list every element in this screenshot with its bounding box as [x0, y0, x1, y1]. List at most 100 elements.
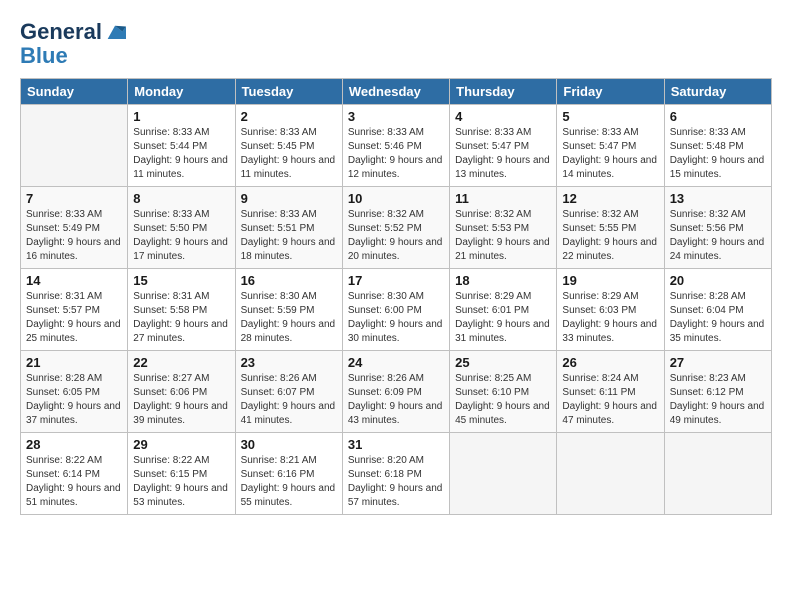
day-info: Sunrise: 8:33 AMSunset: 5:49 PMDaylight:… [26, 208, 122, 264]
day-info: Sunrise: 8:33 AMSunset: 5:50 PMDaylight:… [133, 208, 229, 264]
day-number: 11 [455, 191, 551, 206]
day-cell: 16 Sunrise: 8:30 AMSunset: 5:59 PMDayligh… [235, 269, 342, 351]
day-number: 2 [241, 109, 337, 124]
day-number: 8 [133, 191, 229, 206]
day-cell: 4 Sunrise: 8:33 AMSunset: 5:47 PMDaylight… [450, 105, 557, 187]
day-info: Sunrise: 8:29 AMSunset: 6:01 PMDaylight:… [455, 290, 551, 346]
day-info: Sunrise: 8:22 AMSunset: 6:15 PMDaylight:… [133, 454, 229, 510]
weekday-header-friday: Friday [557, 79, 664, 105]
logo-blue: Blue [20, 44, 126, 68]
day-cell: 18 Sunrise: 8:29 AMSunset: 6:01 PMDayligh… [450, 269, 557, 351]
day-number: 16 [241, 273, 337, 288]
day-number: 17 [348, 273, 444, 288]
weekday-header-saturday: Saturday [664, 79, 771, 105]
day-cell: 6 Sunrise: 8:33 AMSunset: 5:48 PMDaylight… [664, 105, 771, 187]
logo-text: General [20, 20, 102, 44]
day-info: Sunrise: 8:32 AMSunset: 5:52 PMDaylight:… [348, 208, 444, 264]
week-row-2: 7Sunrise: 8:33 AMSunset: 5:49 PMDaylight… [21, 187, 772, 269]
day-number: 28 [26, 437, 122, 452]
day-info: Sunrise: 8:30 AMSunset: 5:59 PMDaylight:… [241, 290, 337, 346]
day-cell: 13 Sunrise: 8:32 AMSunset: 5:56 PMDayligh… [664, 187, 771, 269]
day-number: 18 [455, 273, 551, 288]
day-number: 22 [133, 355, 229, 370]
weekday-header-sunday: Sunday [21, 79, 128, 105]
day-number: 19 [562, 273, 658, 288]
day-number: 27 [670, 355, 766, 370]
day-info: Sunrise: 8:31 AMSunset: 5:57 PMDaylight:… [26, 290, 122, 346]
day-info: Sunrise: 8:23 AMSunset: 6:12 PMDaylight:… [670, 372, 766, 428]
logo: General Blue [20, 20, 126, 68]
day-info: Sunrise: 8:32 AMSunset: 5:56 PMDaylight:… [670, 208, 766, 264]
day-number: 6 [670, 109, 766, 124]
calendar-table: SundayMondayTuesdayWednesdayThursdayFrid… [20, 78, 772, 515]
day-cell [557, 433, 664, 515]
day-info: Sunrise: 8:25 AMSunset: 6:10 PMDaylight:… [455, 372, 551, 428]
day-cell [664, 433, 771, 515]
weekday-header-wednesday: Wednesday [342, 79, 449, 105]
day-info: Sunrise: 8:33 AMSunset: 5:44 PMDaylight:… [133, 126, 229, 182]
day-number: 10 [348, 191, 444, 206]
day-info: Sunrise: 8:33 AMSunset: 5:45 PMDaylight:… [241, 126, 337, 182]
day-number: 30 [241, 437, 337, 452]
weekday-header-monday: Monday [128, 79, 235, 105]
day-info: Sunrise: 8:33 AMSunset: 5:47 PMDaylight:… [455, 126, 551, 182]
day-cell: 30 Sunrise: 8:21 AMSunset: 6:16 PMDayligh… [235, 433, 342, 515]
page-container: General Blue SundayMondayTuesdayWednesda… [0, 0, 792, 525]
day-cell: 25 Sunrise: 8:25 AMSunset: 6:10 PMDayligh… [450, 351, 557, 433]
day-cell: 31Sunrise: 8:20 AMSunset: 6:18 PMDayligh… [342, 433, 449, 515]
day-cell: 2 Sunrise: 8:33 AMSunset: 5:45 PMDaylight… [235, 105, 342, 187]
day-number: 9 [241, 191, 337, 206]
day-info: Sunrise: 8:21 AMSunset: 6:16 PMDaylight:… [241, 454, 337, 510]
day-cell: 29 Sunrise: 8:22 AMSunset: 6:15 PMDayligh… [128, 433, 235, 515]
day-cell: 12 Sunrise: 8:32 AMSunset: 5:55 PMDayligh… [557, 187, 664, 269]
day-number: 21 [26, 355, 122, 370]
day-cell: 3 Sunrise: 8:33 AMSunset: 5:46 PMDaylight… [342, 105, 449, 187]
day-number: 14 [26, 273, 122, 288]
day-number: 1 [133, 109, 229, 124]
week-row-3: 14 Sunrise: 8:31 AMSunset: 5:57 PMDayligh… [21, 269, 772, 351]
day-cell: 20Sunrise: 8:28 AMSunset: 6:04 PMDayligh… [664, 269, 771, 351]
day-cell: 1 Sunrise: 8:33 AMSunset: 5:44 PMDaylight… [128, 105, 235, 187]
day-cell: 22 Sunrise: 8:27 AMSunset: 6:06 PMDayligh… [128, 351, 235, 433]
day-cell: 8 Sunrise: 8:33 AMSunset: 5:50 PMDaylight… [128, 187, 235, 269]
week-row-5: 28 Sunrise: 8:22 AMSunset: 6:14 PMDayligh… [21, 433, 772, 515]
day-cell: 23 Sunrise: 8:26 AMSunset: 6:07 PMDayligh… [235, 351, 342, 433]
day-info: Sunrise: 8:33 AMSunset: 5:46 PMDaylight:… [348, 126, 444, 182]
day-number: 13 [670, 191, 766, 206]
day-cell: 7Sunrise: 8:33 AMSunset: 5:49 PMDaylight… [21, 187, 128, 269]
day-cell: 17Sunrise: 8:30 AMSunset: 6:00 PMDayligh… [342, 269, 449, 351]
weekday-header-tuesday: Tuesday [235, 79, 342, 105]
day-number: 29 [133, 437, 229, 452]
day-info: Sunrise: 8:26 AMSunset: 6:09 PMDaylight:… [348, 372, 444, 428]
day-info: Sunrise: 8:24 AMSunset: 6:11 PMDaylight:… [562, 372, 658, 428]
day-number: 20 [670, 273, 766, 288]
weekday-header-thursday: Thursday [450, 79, 557, 105]
day-cell: 24 Sunrise: 8:26 AMSunset: 6:09 PMDayligh… [342, 351, 449, 433]
day-number: 3 [348, 109, 444, 124]
day-info: Sunrise: 8:27 AMSunset: 6:06 PMDaylight:… [133, 372, 229, 428]
logo-icon [104, 21, 126, 43]
week-row-1: 1 Sunrise: 8:33 AMSunset: 5:44 PMDaylight… [21, 105, 772, 187]
day-cell: 10 Sunrise: 8:32 AMSunset: 5:52 PMDayligh… [342, 187, 449, 269]
day-info: Sunrise: 8:22 AMSunset: 6:14 PMDaylight:… [26, 454, 122, 510]
week-row-4: 21 Sunrise: 8:28 AMSunset: 6:05 PMDayligh… [21, 351, 772, 433]
day-cell: 14 Sunrise: 8:31 AMSunset: 5:57 PMDayligh… [21, 269, 128, 351]
day-number: 25 [455, 355, 551, 370]
day-cell: 26Sunrise: 8:24 AMSunset: 6:11 PMDayligh… [557, 351, 664, 433]
day-cell: 21 Sunrise: 8:28 AMSunset: 6:05 PMDayligh… [21, 351, 128, 433]
day-info: Sunrise: 8:32 AMSunset: 5:55 PMDaylight:… [562, 208, 658, 264]
day-number: 23 [241, 355, 337, 370]
day-cell: 9Sunrise: 8:33 AMSunset: 5:51 PMDaylight… [235, 187, 342, 269]
day-number: 5 [562, 109, 658, 124]
day-info: Sunrise: 8:32 AMSunset: 5:53 PMDaylight:… [455, 208, 551, 264]
day-number: 31 [348, 437, 444, 452]
day-info: Sunrise: 8:33 AMSunset: 5:48 PMDaylight:… [670, 126, 766, 182]
header: General Blue [20, 16, 772, 68]
day-info: Sunrise: 8:28 AMSunset: 6:05 PMDaylight:… [26, 372, 122, 428]
day-number: 12 [562, 191, 658, 206]
day-number: 24 [348, 355, 444, 370]
day-number: 4 [455, 109, 551, 124]
day-info: Sunrise: 8:33 AMSunset: 5:47 PMDaylight:… [562, 126, 658, 182]
day-info: Sunrise: 8:31 AMSunset: 5:58 PMDaylight:… [133, 290, 229, 346]
day-info: Sunrise: 8:26 AMSunset: 6:07 PMDaylight:… [241, 372, 337, 428]
